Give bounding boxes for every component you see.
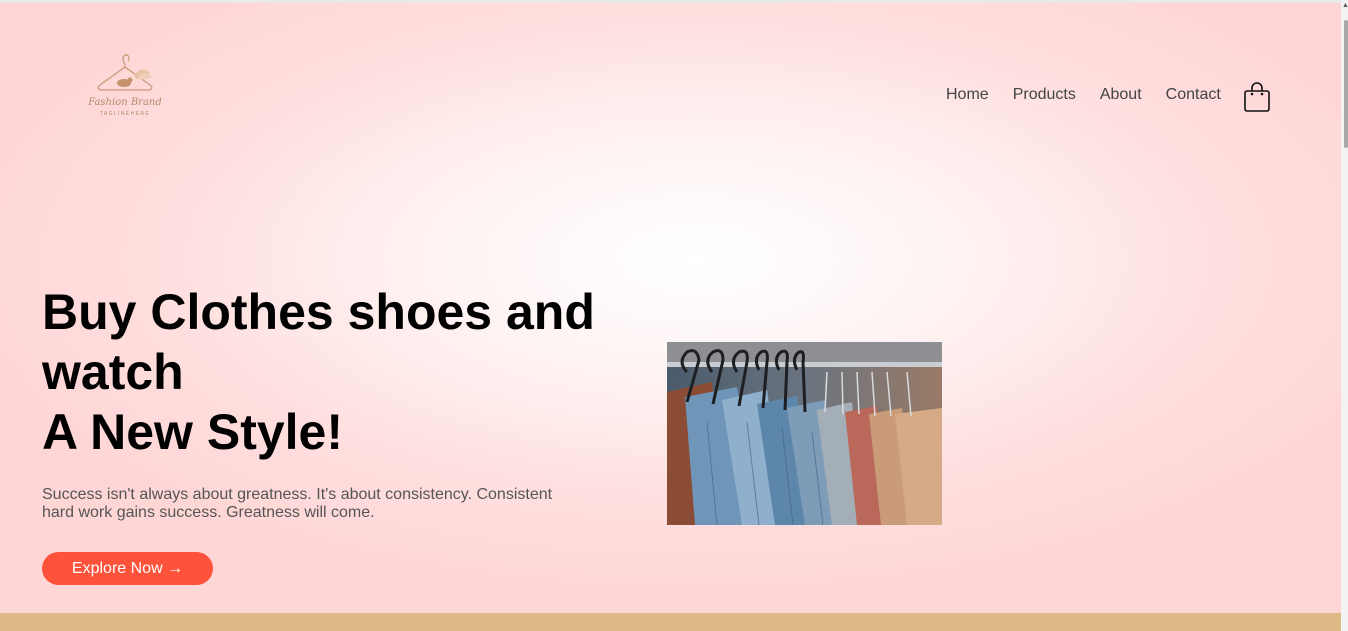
hero-clothes-image (667, 342, 942, 525)
headline-line-3: A New Style! (42, 404, 344, 460)
scrollbar-thumb[interactable] (1344, 20, 1348, 148)
explore-now-button[interactable]: Explore Now → (42, 552, 213, 585)
nav-home-link[interactable]: Home (946, 84, 989, 106)
headline-line-2: watch (42, 344, 184, 400)
brand-logo[interactable]: Fashion Brand TAGLINEHERE (84, 53, 166, 121)
hero-section: Fashion Brand TAGLINEHERE Home Products … (0, 3, 1341, 613)
nav-about-link[interactable]: About (1100, 84, 1142, 106)
hero-headline: Buy Clothes shoes and watch A New Style! (42, 282, 642, 462)
main-nav: Home Products About Contact (946, 84, 1243, 106)
scroll-up-arrow-icon[interactable]: ▲ (1342, 2, 1348, 10)
nav-products-link[interactable]: Products (1013, 84, 1076, 106)
brand-name: Fashion Brand (88, 97, 162, 108)
brand-tagline: TAGLINEHERE (99, 111, 151, 117)
headline-line-1: Buy Clothes shoes and (42, 284, 595, 340)
footer-band (0, 613, 1341, 631)
shopping-bag-icon[interactable] (1243, 81, 1271, 113)
nav-contact-link[interactable]: Contact (1166, 84, 1221, 106)
hanger-bird-icon (97, 54, 153, 91)
hero-subtext: Success isn't always about greatness. It… (42, 486, 553, 521)
